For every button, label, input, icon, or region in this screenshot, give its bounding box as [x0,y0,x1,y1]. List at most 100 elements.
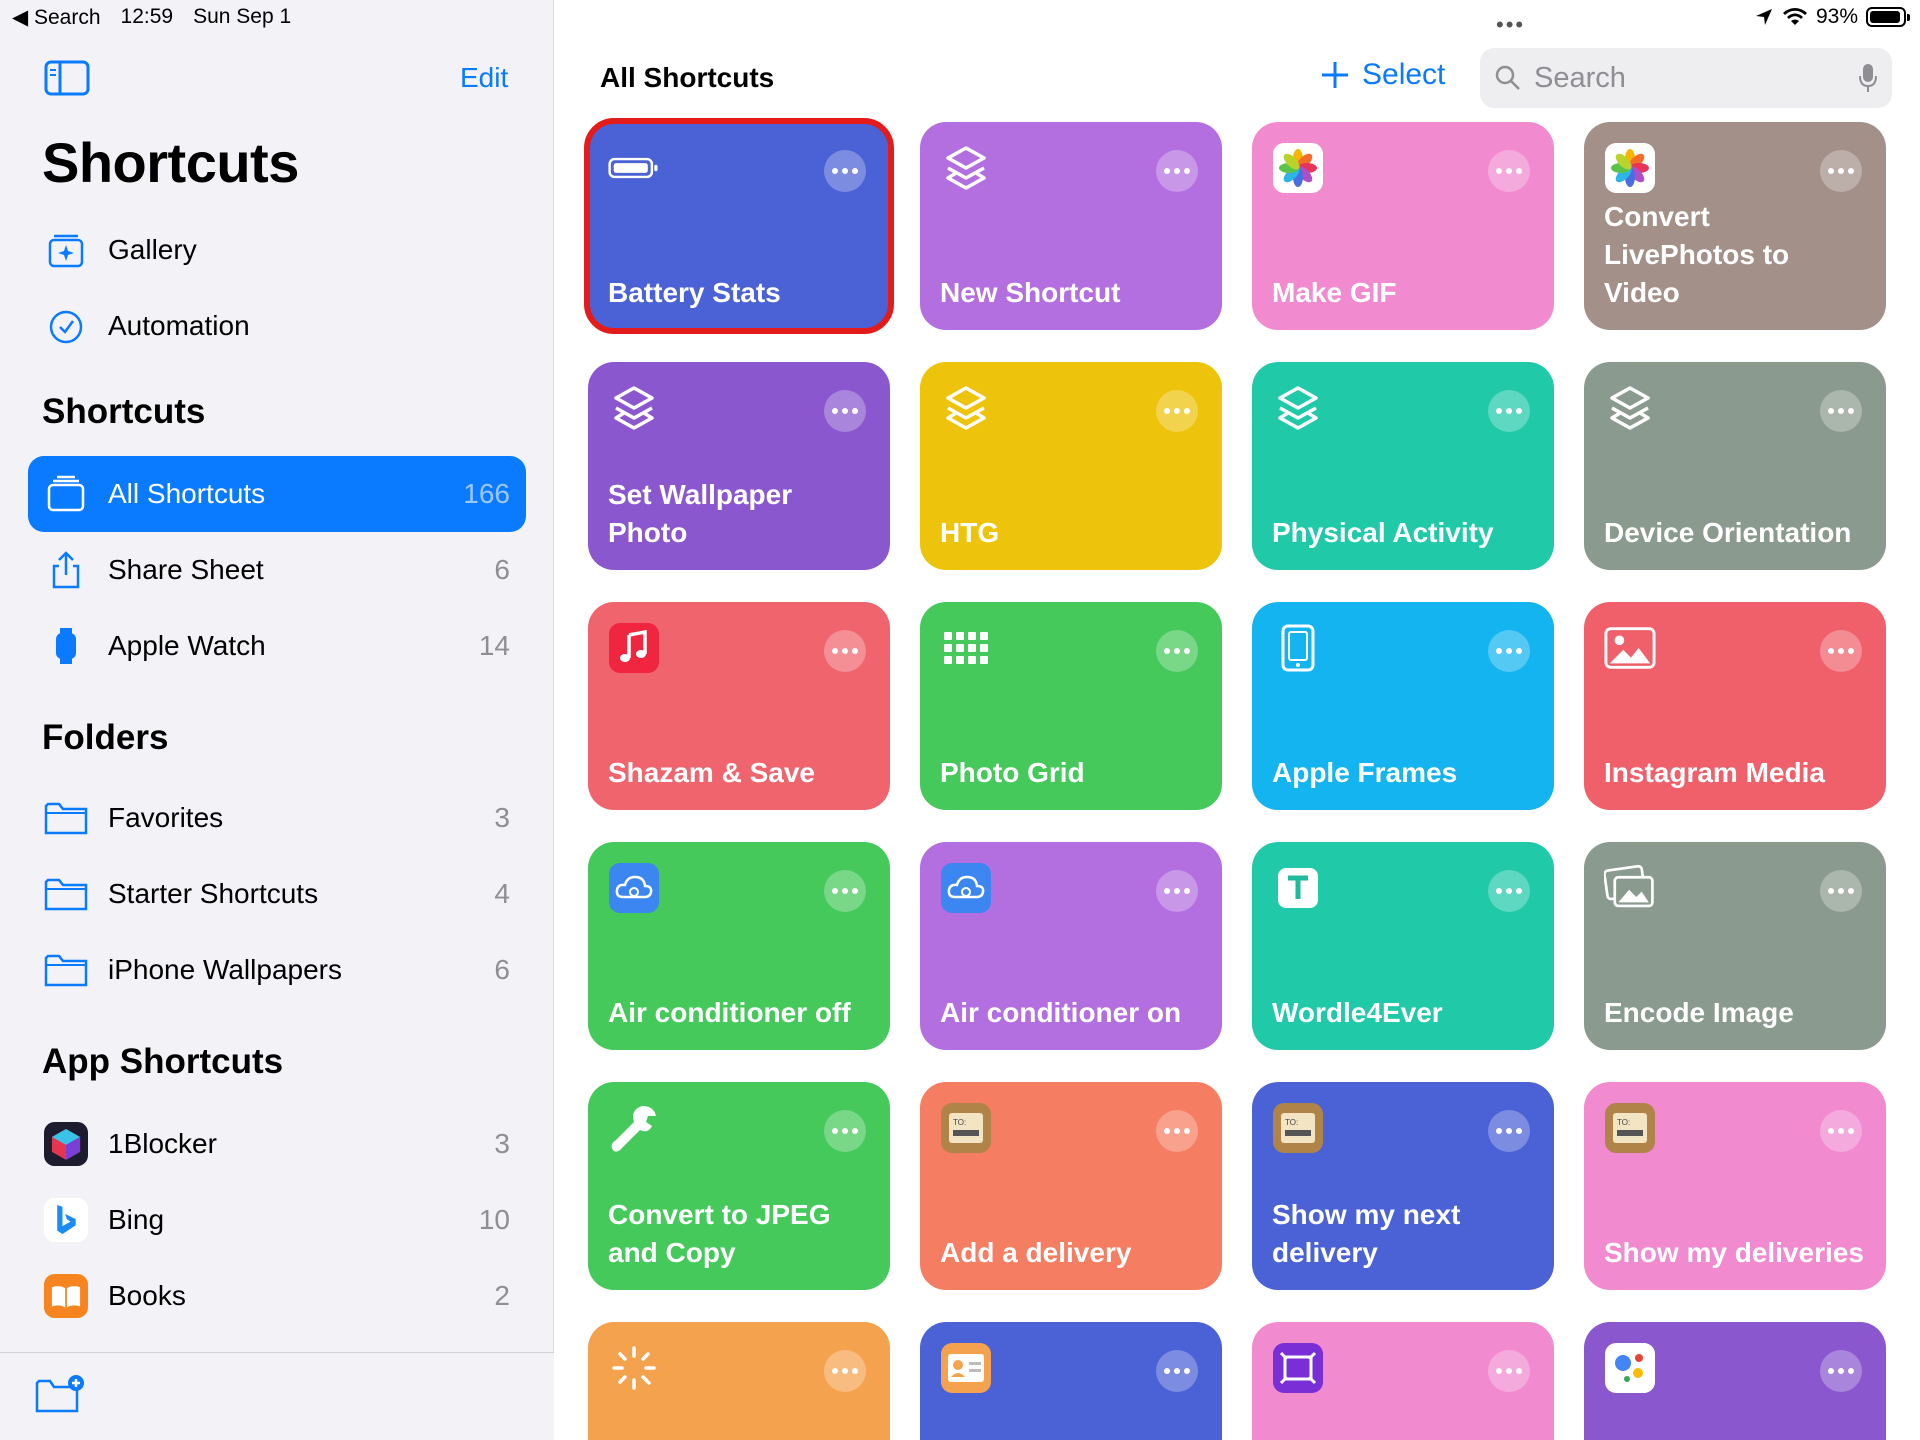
search-input[interactable]: Search [1480,48,1892,108]
shortcut-tile[interactable]: HTG [920,362,1222,570]
sidebar-bottom-bar [0,1352,554,1440]
more-options-icon[interactable] [1488,870,1530,912]
shortcut-name: Device Orientation [1604,517,1852,548]
books-app-icon [44,1274,88,1318]
more-options-icon[interactable] [824,630,866,672]
sidebar: Edit Shortcuts Gallery Automation Shortc… [0,0,554,1440]
more-options-icon[interactable] [824,870,866,912]
shortcut-tile[interactable]: Air conditioner off [588,842,890,1050]
more-options-icon[interactable] [1488,150,1530,192]
shortcut-tile[interactable] [588,1322,890,1440]
shortcut-tile[interactable]: Instagram Media [1584,602,1886,810]
more-options-icon[interactable] [1820,150,1862,192]
more-options-icon[interactable] [824,150,866,192]
sidebar-item-count: 2 [494,1280,510,1311]
sidebar-item-label: Share Sheet [108,554,264,585]
more-options-icon[interactable] [1488,1110,1530,1152]
more-options-icon[interactable] [1820,1110,1862,1152]
shortcut-tile[interactable]: Encode Image [1584,842,1886,1050]
parcel-icon: TO: [940,1102,992,1154]
shortcut-tile[interactable]: Physical Activity [1252,362,1554,570]
shortcut-tile[interactable]: Wordle4Ever [1252,842,1554,1050]
back-to-search-link[interactable]: ◀ Search [12,5,101,30]
more-options-icon[interactable] [824,1110,866,1152]
more-options-icon[interactable] [1820,390,1862,432]
battery-icon [1866,7,1910,27]
shortcut-tile[interactable] [1252,1322,1554,1440]
shortcut-tile[interactable]: Apple Frames [1252,602,1554,810]
sidebar-item-automation[interactable]: Automation [28,288,526,364]
music-note-icon [608,622,660,674]
microphone-icon[interactable] [1858,62,1878,94]
location-icon [1755,9,1772,25]
sidebar-item-gallery[interactable]: Gallery [28,212,526,288]
sidebar-item-count: 3 [494,802,510,833]
more-options-icon[interactable] [824,390,866,432]
more-options-icon[interactable] [1156,390,1198,432]
shortcut-name: Show my next delivery [1272,1199,1461,1268]
shortcuts-layers-icon [1604,382,1656,434]
shortcut-name: Set Wallpaper Photo [608,479,793,548]
svg-text:TO:: TO: [1617,1118,1630,1127]
sidebar-item-label: Favorites [108,802,224,833]
more-options-icon[interactable] [1156,1110,1198,1152]
shortcut-tile[interactable] [920,1322,1222,1440]
shortcut-tile[interactable]: Air conditioner on [920,842,1222,1050]
shortcut-tile[interactable]: TO: Show my next delivery [1252,1082,1554,1290]
folder-icon [44,954,88,987]
shortcuts-layers-icon [1272,382,1324,434]
more-options-icon[interactable] [1820,1350,1862,1392]
more-options-icon[interactable] [1820,870,1862,912]
sidebar-item-apple-watch[interactable]: Apple Watch 14 [28,608,526,684]
more-options-icon[interactable] [1156,1350,1198,1392]
shortcut-tile[interactable]: Convert LivePhotos to Video [1584,122,1886,330]
shortcut-tile[interactable]: Device Orientation [1584,362,1886,570]
shortcut-tile[interactable]: Battery Stats [584,118,894,334]
sidebar-item-label: Automation [108,310,250,341]
more-options-icon[interactable] [1156,630,1198,672]
svg-text:TO:: TO: [953,1118,966,1127]
apple-watch-icon [56,628,76,664]
sidebar-item-share-sheet[interactable]: Share Sheet 6 [28,532,526,608]
more-options-icon[interactable] [1156,870,1198,912]
more-options-icon[interactable] [1820,630,1862,672]
sidebar-item-count: 166 [463,478,510,509]
more-options-icon[interactable] [1488,390,1530,432]
more-options-icon[interactable] [824,1350,866,1392]
shortcut-tile[interactable]: Shazam & Save [588,602,890,810]
sidebar-item-label: iPhone Wallpapers [108,954,342,985]
shortcut-tile[interactable]: Convert to JPEG and Copy [588,1082,890,1290]
sidebar-toggle-icon[interactable] [44,60,90,96]
automation-clock-icon [49,310,83,344]
shortcut-tile[interactable]: New Shortcut [920,122,1222,330]
shortcut-name: Instagram Media [1604,757,1825,788]
search-icon [1495,65,1520,90]
wifi-icon [1782,8,1807,25]
edit-button[interactable]: Edit [460,62,508,94]
sidebar-item-bing[interactable]: Bing 10 [28,1182,526,1258]
more-options-icon[interactable] [1156,150,1198,192]
shortcut-name: Encode Image [1604,997,1794,1028]
shortcut-tile[interactable]: Make GIF [1252,122,1554,330]
sidebar-item-count: 10 [478,1204,510,1235]
shortcut-tile[interactable]: TO: Show my deliveries [1584,1082,1886,1290]
sidebar-item-books[interactable]: Books 2 [28,1258,526,1334]
sidebar-item-favorites[interactable]: Favorites 3 [28,780,526,856]
bing-app-icon [44,1198,88,1242]
select-button[interactable]: Select [1320,58,1445,92]
more-options-icon[interactable] [1488,630,1530,672]
shortcut-tile[interactable]: Set Wallpaper Photo [588,362,890,570]
shortcut-tile[interactable]: TO: Add a delivery [920,1082,1222,1290]
shortcuts-layers-icon [940,382,992,434]
shortcut-name: Apple Frames [1272,757,1458,788]
shortcut-tile[interactable]: Photo Grid [920,602,1222,810]
shortcut-tile[interactable] [1584,1322,1886,1440]
sidebar-item-iphone-wallpapers[interactable]: iPhone Wallpapers 6 [28,932,526,1008]
sidebar-item-starter-shortcuts[interactable]: Starter Shortcuts 4 [28,856,526,932]
sidebar-item-1blocker[interactable]: 1Blocker 3 [28,1106,526,1182]
sidebar-item-count: 6 [494,954,510,985]
new-folder-icon[interactable] [34,1373,86,1415]
more-options-icon[interactable] [1488,1350,1530,1392]
sidebar-item-all-shortcuts[interactable]: All Shortcuts 166 [28,456,526,532]
shortcut-name: Show my deliveries [1604,1237,1864,1268]
